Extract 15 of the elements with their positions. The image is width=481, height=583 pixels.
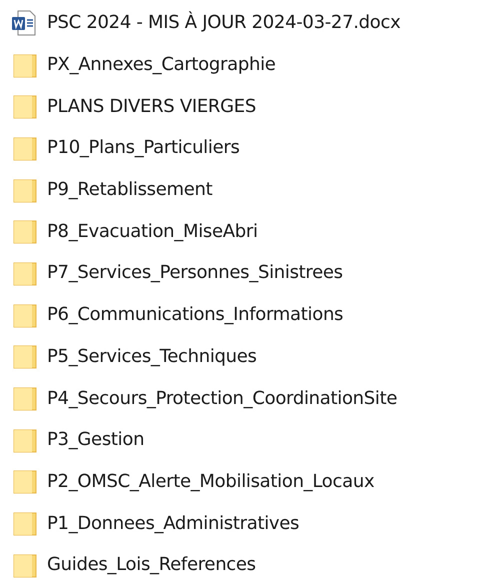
- file-name[interactable]: P3_Gestion: [47, 429, 144, 450]
- file-name[interactable]: P8_Evacuation_MiseAbri: [47, 220, 258, 242]
- file-name[interactable]: P6_Communications_Informations: [47, 304, 344, 326]
- file-name[interactable]: P2_OMSC_Alerte_Mobilisation_Locaux: [47, 470, 374, 492]
- file-name[interactable]: P5_Services_Techniques: [47, 346, 257, 367]
- file-name[interactable]: PX_Annexes_Cartographie: [47, 54, 276, 76]
- file-name[interactable]: P1_Donnees_Administratives: [47, 512, 300, 534]
- file-name[interactable]: P7_Services_Personnes_Sinistrees: [47, 262, 343, 284]
- file-name[interactable]: P4_Secours_Protection_CoordinationSite: [47, 388, 398, 409]
- file-name[interactable]: P9_Retablissement: [47, 179, 212, 200]
- file-name[interactable]: P10_Plans_Particuliers: [47, 137, 240, 158]
- file-name[interactable]: Guides_Lois_References: [47, 554, 256, 576]
- file-name[interactable]: PSC 2024 - MIS À JOUR 2024-03-27.docx: [47, 12, 400, 34]
- file-name[interactable]: PLANS DIVERS VIERGES: [47, 96, 256, 117]
- word-document-icon: [10, 8, 38, 37]
